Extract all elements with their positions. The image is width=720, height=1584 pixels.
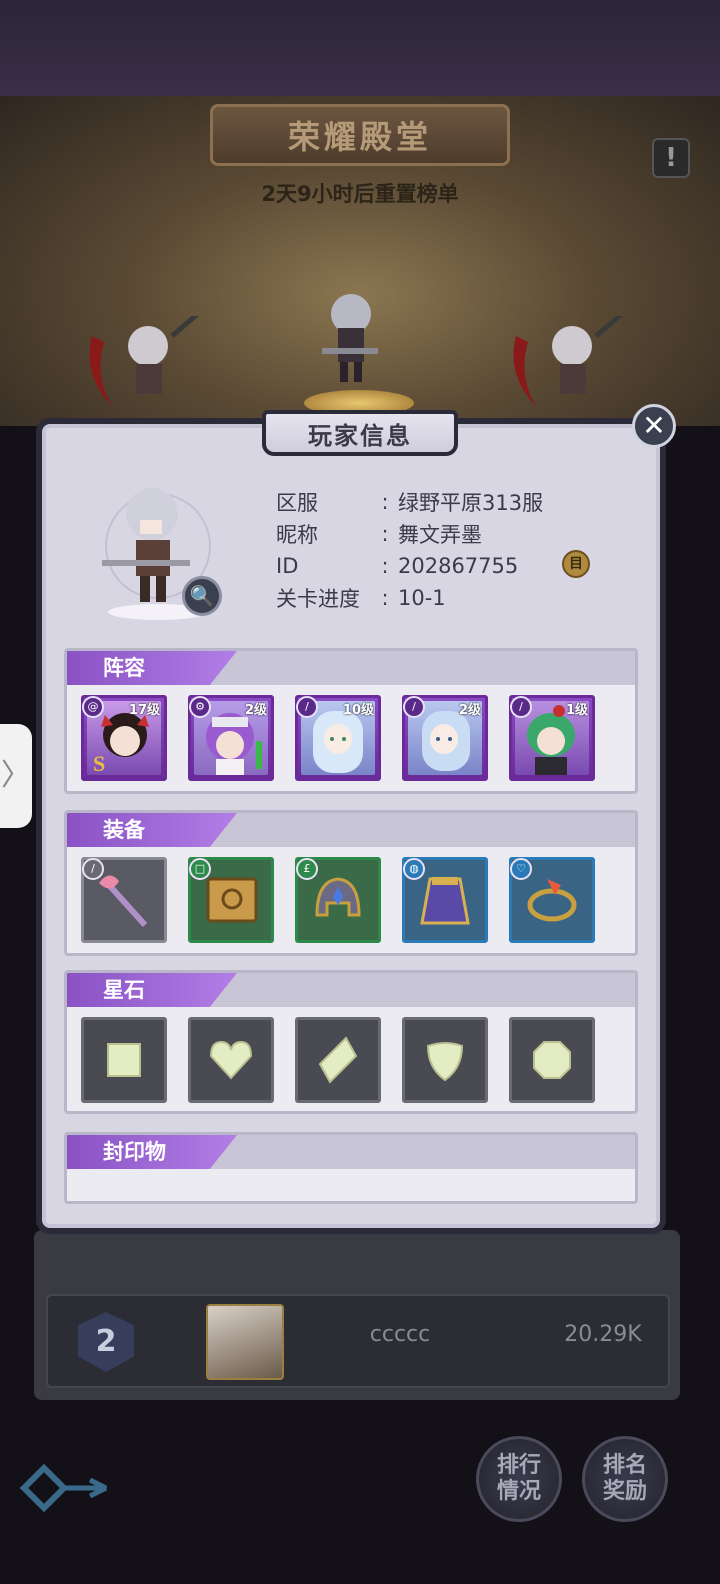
colon: :	[381, 522, 389, 546]
colon: :	[381, 490, 389, 514]
top-background	[0, 0, 720, 96]
progress-label: 关卡进度	[276, 587, 360, 611]
info-row-nickname: 昵称 : 舞文弄墨	[276, 518, 543, 550]
starstone-slot[interactable]	[295, 1017, 381, 1103]
player-info-list: 区服 : 绿野平原313服 昵称 : 舞文弄墨 ID : 202867755 关…	[276, 486, 543, 614]
top-rank-hero-sprite[interactable]	[316, 288, 386, 388]
heart-gem-icon	[209, 1040, 253, 1080]
search-icon[interactable]: 🔍	[182, 576, 222, 616]
seal-empty-area	[67, 1169, 635, 1201]
gear-icon: ⚙	[189, 696, 211, 718]
equipment-slot-book[interactable]: □	[188, 857, 274, 943]
sword-icon: /	[296, 696, 318, 718]
id-value: 202867755	[398, 554, 519, 578]
cape-type-icon: ◍	[403, 858, 425, 880]
equipment-slot-helmet[interactable]: £	[295, 857, 381, 943]
equipment-title: 装备	[67, 813, 237, 847]
hero-level: 1级	[565, 703, 588, 718]
id-label: ID	[276, 554, 299, 578]
second-rank-hero-sprite[interactable]	[82, 316, 202, 416]
seal-section: 封印物	[64, 1132, 638, 1204]
starstone-slots	[81, 1017, 595, 1103]
info-alert-button[interactable]: !	[652, 138, 690, 178]
sword-icon: /	[510, 696, 532, 718]
starstone-slot[interactable]	[402, 1017, 488, 1103]
round-gem-icon	[533, 1041, 571, 1079]
rank-player-name: ccccc	[369, 1322, 431, 1347]
copy-id-button[interactable]: 目	[562, 550, 590, 578]
third-rank-hero-sprite[interactable]	[506, 316, 626, 416]
modal-title: 玩家信息	[308, 421, 412, 450]
equipment-section: 装备 / □ £ ◍ ♡	[64, 810, 638, 956]
sword-icon: /	[403, 696, 425, 718]
colon: :	[381, 554, 389, 578]
hero-slot[interactable]: / 2级	[402, 695, 488, 781]
swirl-icon: @	[82, 696, 104, 718]
hero-level: 2级	[458, 703, 481, 718]
starstone-slot[interactable]	[509, 1017, 595, 1103]
close-icon[interactable]: ✕	[632, 404, 676, 448]
staff-type-icon: /	[82, 858, 104, 880]
rank-status-button[interactable]: 排行 情况	[476, 1436, 562, 1522]
ring-type-icon: ♡	[510, 858, 532, 880]
side-drawer-handle[interactable]: 〉	[0, 724, 32, 828]
book-type-icon: □	[189, 858, 211, 880]
hero-slot[interactable]: ⚙ 2级	[188, 695, 274, 781]
nickname-label: 昵称	[276, 523, 318, 547]
lineup-slots: S @ 17级 ⚙ 2级 / 10级 / 2级 / 1级	[81, 695, 595, 781]
hero-slot[interactable]: S @ 17级	[81, 695, 167, 781]
rank-reward-button[interactable]: 排名 奖励	[582, 1436, 668, 1522]
hall-title: 荣耀殿堂	[287, 118, 432, 156]
starstone-section: 星石	[64, 970, 638, 1114]
server-label: 区服	[276, 491, 318, 515]
modal-title-tab: 玩家信息	[262, 410, 458, 456]
hero-slot[interactable]: / 10级	[295, 695, 381, 781]
rank-score: 20.29K	[564, 1322, 642, 1347]
server-value: 绿野平原313服	[398, 491, 544, 515]
seal-title: 封印物	[67, 1135, 237, 1169]
game-logo-icon	[20, 1463, 108, 1513]
equipment-slot-cape[interactable]: ◍	[402, 857, 488, 943]
info-row-id: ID : 202867755	[276, 550, 543, 582]
info-row-server: 区服 : 绿野平原313服	[276, 486, 543, 518]
equipment-slot-staff[interactable]: /	[81, 857, 167, 943]
equipment-slot-ring[interactable]: ♡	[509, 857, 595, 943]
hero-level: 10级	[342, 703, 374, 718]
trillion-gem-icon	[426, 1042, 464, 1082]
lineup-section: 阵容 S @ 17级 ⚙ 2级 / 10级 / 2级 / 1级	[64, 648, 638, 794]
starstone-slot[interactable]	[81, 1017, 167, 1103]
info-row-progress: 关卡进度 : 10-1	[276, 582, 543, 614]
rank-hero-avatar[interactable]	[206, 1304, 284, 1380]
reset-countdown: 2天9小时后重置榜单	[261, 182, 459, 206]
hero-slot[interactable]: / 1级	[509, 695, 595, 781]
lineup-title: 阵容	[67, 651, 237, 685]
square-gem-icon	[107, 1043, 141, 1077]
helmet-type-icon: £	[296, 858, 318, 880]
diamond-gem-icon	[318, 1036, 358, 1084]
equipment-slots: / □ £ ◍ ♡	[81, 857, 595, 943]
hall-title-banner: 荣耀殿堂	[210, 104, 510, 166]
progress-value: 10-1	[398, 586, 446, 610]
nickname-value: 舞文弄墨	[398, 523, 482, 547]
svg-text:S: S	[93, 751, 105, 775]
hero-level: 2级	[244, 703, 267, 718]
colon: :	[381, 586, 389, 610]
starstone-slot[interactable]	[188, 1017, 274, 1103]
hero-level: 17级	[128, 703, 160, 718]
starstone-title: 星石	[67, 973, 237, 1007]
